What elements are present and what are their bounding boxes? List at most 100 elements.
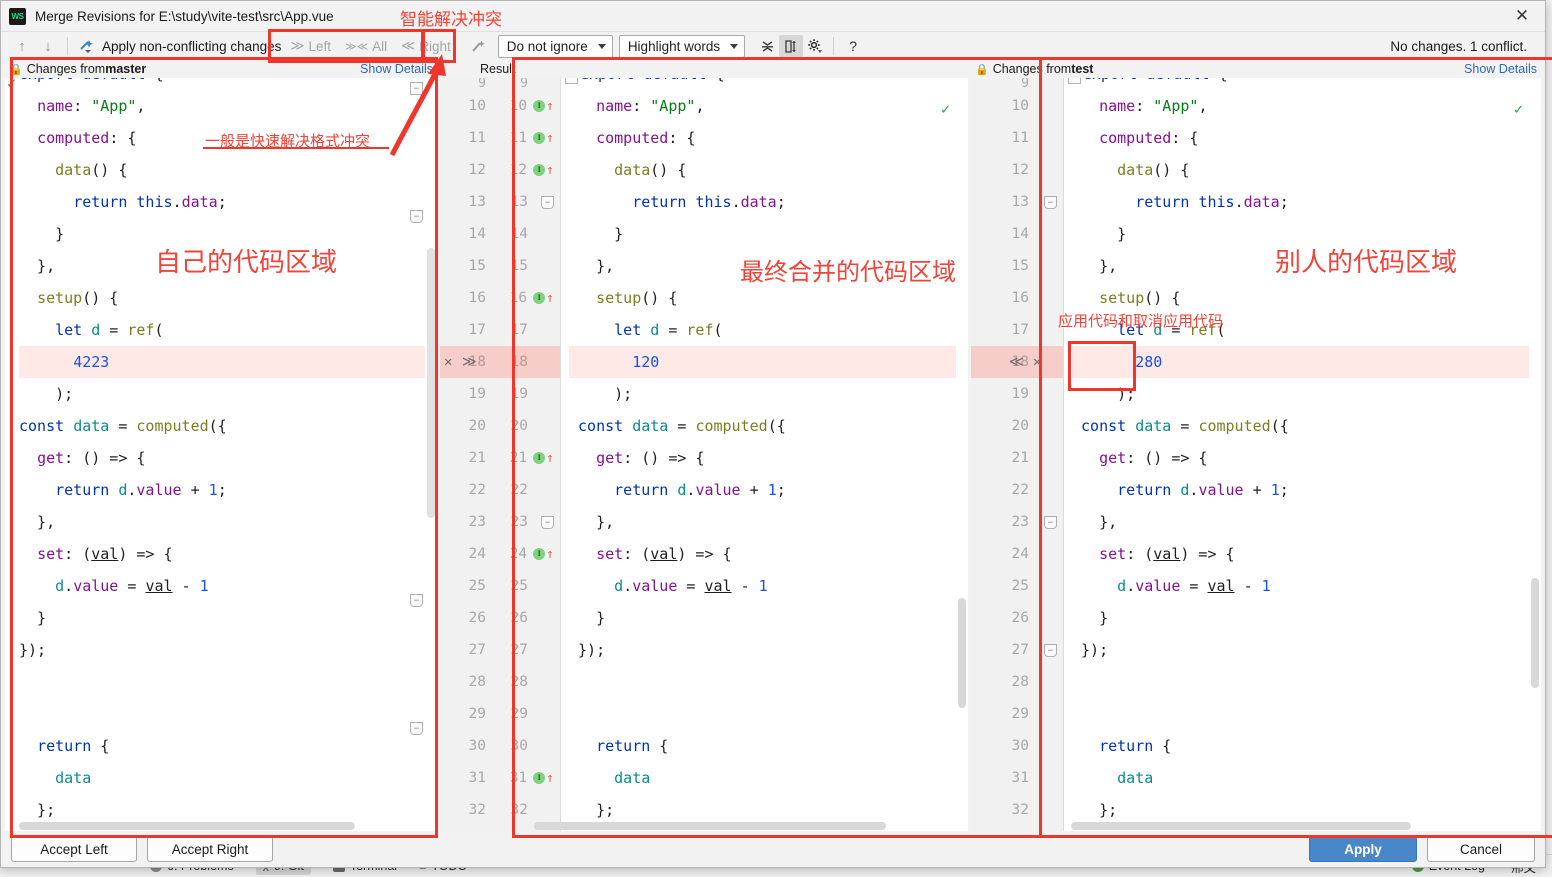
lock-icon: 🔒 (9, 63, 23, 76)
webstorm-logo-icon: WS (9, 8, 26, 25)
fold-marker-icon[interactable]: − (410, 210, 423, 223)
change-marker-icon[interactable]: I↑ (533, 548, 554, 561)
result-editor[interactable]: 9 101112 131415 1617 ✕ ≫ 18 192021 22232… (440, 78, 968, 831)
apply-left-button[interactable]: ≫ Left (283, 38, 338, 54)
conflict-line-number: 18 (511, 354, 528, 370)
left-horizontal-scrollbar[interactable] (5, 822, 425, 831)
right-pane-title: Changes from (993, 62, 1072, 76)
result-left-gutter[interactable]: 9 101112 131415 1617 ✕ ≫ 18 192021 22232… (440, 78, 492, 831)
magic-wand-svg (471, 39, 487, 54)
right-pane: 🔒 Changes from test Show Details 9 10 11… (971, 60, 1541, 831)
right-horizontal-scrollbar[interactable] (971, 822, 1529, 831)
change-marker-icon[interactable]: I↑ (533, 772, 554, 785)
accept-right-button[interactable]: Accept Right (147, 836, 273, 862)
right-gutter[interactable]: 9 10 11 12 13− 14 15 16 17 18 ≪ ✕ 19 20 (971, 78, 1064, 831)
collapse-unchanged-icon[interactable] (755, 35, 779, 57)
accept-right-chevron-icon[interactable]: ≪ (1009, 346, 1024, 378)
fold-marker-icon[interactable]: − (541, 196, 554, 209)
right-conflict-value: 280 (1135, 353, 1162, 371)
fold-marker-icon[interactable]: − (541, 516, 554, 529)
result-code-area[interactable]: −export default { name: "App", computed:… (561, 78, 968, 831)
merge-revisions-dialog: WS Merge Revisions for E:\study\vite-tes… (0, 0, 1546, 868)
left-vertical-scrollbar[interactable] (425, 78, 437, 831)
settings-gear-icon[interactable] (803, 35, 827, 57)
left-pane: 🔒 Changes from master Show Details expor… (5, 60, 437, 831)
right-editor[interactable]: 9 10 11 12 13− 14 15 16 17 18 ≪ ✕ 19 20 (971, 78, 1541, 831)
cancel-button[interactable]: Cancel (1427, 836, 1535, 862)
apply-right-button[interactable]: ≪ Right (394, 38, 458, 54)
chevron-down-icon (730, 44, 738, 49)
left-ok-check-icon: ✓ (7, 78, 16, 92)
ignore-policy-value: Do not ignore (507, 39, 588, 54)
right-show-details-link[interactable]: Show Details (1464, 62, 1537, 76)
apply-non-conflicting-label: Apply non-conflicting changes (102, 39, 281, 54)
editor-layout-toggle[interactable] (779, 35, 803, 57)
right-pane-branch: test (1071, 62, 1093, 76)
fold-marker-icon[interactable]: − (410, 82, 423, 95)
fold-marker-icon[interactable]: − (1044, 644, 1057, 657)
change-marker-icon[interactable]: I↑ (533, 164, 554, 177)
merge-toolbar: ↑ ↓ Apply non-conflicting changes ≫ Left… (1, 32, 1545, 60)
apply-right-label: Right (419, 39, 451, 54)
left-code-area[interactable]: export default { name: "App", computed: … (5, 78, 437, 831)
revert-conflict-icon[interactable]: ✕ (444, 346, 452, 378)
apply-non-conflicting-icon[interactable] (74, 34, 100, 58)
result-conflict-gutter: 18 (492, 346, 560, 378)
left-editor[interactable]: export default { name: "App", computed: … (5, 78, 437, 831)
columns-svg (784, 39, 799, 54)
result-gutter[interactable]: 9 10I↑ 11I↑ 12I↑ 13− 14 15 16I↑ 17 18 19… (492, 78, 561, 831)
fold-marker-icon[interactable]: − (1044, 516, 1057, 529)
apply-all-button[interactable]: ≫≪ All (338, 39, 394, 54)
ignore-policy-select[interactable]: Do not ignore (498, 35, 613, 58)
change-marker-icon[interactable]: I↑ (533, 132, 554, 145)
left-pane-title: Changes from (27, 62, 106, 76)
change-marker-icon[interactable]: I↑ (533, 100, 554, 113)
left-show-details-link[interactable]: Show Details (360, 62, 433, 76)
result-ok-check-icon: ✓ (941, 100, 950, 118)
highlight-policy-select[interactable]: Highlight words (619, 35, 745, 58)
right-code-area[interactable]: −export default { name: "App", computed:… (1064, 78, 1541, 831)
previous-difference-icon[interactable]: ↑ (9, 34, 35, 58)
fold-marker-icon[interactable]: − (410, 722, 423, 735)
highlight-policy-value: Highlight words (628, 39, 720, 54)
change-marker-icon[interactable]: I↑ (533, 292, 554, 305)
collapse-svg (760, 39, 775, 54)
close-icon[interactable]: ✕ (1499, 1, 1545, 31)
revert-conflict-icon[interactable]: ✕ (1033, 346, 1041, 378)
dialog-bottom-bar: Accept Left Accept Right Apply Cancel (1, 831, 1545, 867)
apply-all-icon: ≫≪ (345, 40, 368, 53)
conflict-status-text: No changes. 1 conflict. (1390, 39, 1537, 54)
lock-icon: 🔒 (975, 63, 989, 76)
apply-button[interactable]: Apply (1309, 836, 1417, 862)
fold-marker-icon[interactable]: − (1068, 78, 1081, 84)
apply-left-label: Left (309, 39, 332, 54)
gear-svg (807, 38, 823, 54)
dialog-title-bar: WS Merge Revisions for E:\study\vite-tes… (1, 1, 1545, 32)
left-pane-header: 🔒 Changes from master Show Details (5, 60, 437, 78)
fold-marker-icon[interactable]: − (1044, 196, 1057, 209)
result-conflict-gutter-left[interactable]: ✕ ≫ 18 (440, 346, 492, 378)
fold-marker-icon[interactable]: − (410, 594, 423, 607)
result-pane-header: Result (440, 60, 968, 78)
result-horizontal-scrollbar[interactable] (440, 822, 956, 831)
apply-right-icon: ≪ (401, 38, 415, 54)
accept-left-chevron-icon[interactable]: ≫ (462, 346, 477, 378)
right-conflict-gutter: 18 ≪ ✕ (971, 346, 1063, 378)
chevron-down-icon (598, 44, 606, 49)
dialog-title: Merge Revisions for E:\study\vite-test\s… (35, 9, 334, 24)
help-icon[interactable]: ? (840, 34, 866, 58)
result-vertical-scrollbar[interactable] (956, 78, 968, 831)
next-difference-icon[interactable]: ↓ (35, 34, 61, 58)
fold-marker-icon[interactable]: − (565, 78, 578, 84)
magic-resolve-icon[interactable] (466, 34, 492, 58)
right-vertical-scrollbar[interactable] (1529, 78, 1541, 831)
left-pane-branch: master (105, 62, 146, 76)
accept-left-button[interactable]: Accept Left (11, 836, 137, 862)
right-ok-check-icon: ✓ (1514, 100, 1523, 118)
result-pane: Result 9 101112 131415 1617 ✕ ≫ 18 19202… (440, 60, 968, 831)
right-pane-header: 🔒 Changes from test Show Details (971, 60, 1541, 78)
apply-left-icon: ≫ (290, 38, 304, 54)
magic-apply-svg (79, 39, 96, 54)
apply-all-label: All (372, 39, 387, 54)
change-marker-icon[interactable]: I↑ (533, 452, 554, 465)
